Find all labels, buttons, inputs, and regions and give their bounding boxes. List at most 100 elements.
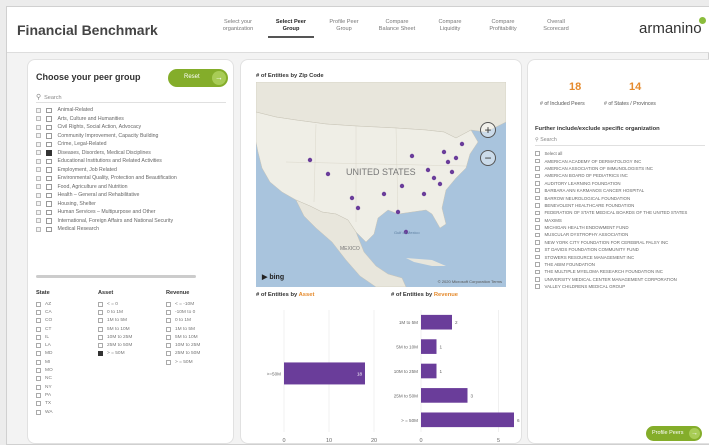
map-point[interactable] [449,169,455,175]
organization-item[interactable]: MAXIMS [535,217,709,224]
state-checkbox[interactable] [36,326,41,332]
asset-filter-item[interactable]: 0 to 1M [98,308,132,316]
organization-item[interactable]: VALLEY CHILDRENS MEDICAL GROUP [535,283,709,290]
map-point[interactable] [325,171,331,177]
map-point[interactable] [441,149,447,155]
category-item[interactable]: Human Services – Multipurpose and Other [36,208,226,217]
map-point[interactable] [381,191,387,197]
state-checkbox[interactable] [36,384,41,390]
organization-item[interactable]: MUSCULAR DYSTROPHY ASSOCIATION [535,231,709,238]
organization-checkbox[interactable] [535,254,540,260]
category-item[interactable]: Community Improvement, Capacity Building [36,132,226,141]
revenue-filter-item[interactable]: 25M to 50M [166,350,200,358]
organization-checkbox[interactable] [535,232,540,238]
revenue-filter-item[interactable]: < = -10M [166,300,200,308]
revenue-checkbox[interactable] [166,318,171,324]
category-item[interactable]: Environmental Quality, Protection and Be… [36,174,226,183]
state-checkbox[interactable] [36,368,41,374]
organization-item[interactable]: AMERICAN BOARD OF PEDIATRICS INC [535,172,709,179]
org-search-input[interactable]: ⚲ Search [535,137,705,146]
state-filter-item[interactable]: IL [36,333,53,341]
revenue-filter-item[interactable]: 0 to 1M [166,317,200,325]
asset-filter-item[interactable]: 1M to 5M [98,317,132,325]
organization-item[interactable]: AUDITORY LEARNING FOUNDATION [535,180,709,187]
organization-checkbox[interactable] [535,277,540,282]
category-item[interactable]: Housing, Shelter [36,200,226,209]
category-checkbox[interactable] [46,192,52,198]
category-checkbox[interactable] [46,116,52,122]
revenue-checkbox[interactable] [166,326,171,332]
category-item[interactable]: Arts, Culture and Humanities [36,115,226,124]
state-checkbox[interactable] [36,318,41,324]
organization-checkbox[interactable] [535,217,540,223]
organization-item[interactable]: UNIVERSITY MEDICAL CENTER MANAGEMENT COR… [535,276,709,283]
asset-checkbox[interactable] [98,318,103,324]
category-checkbox[interactable] [46,107,52,113]
category-item[interactable]: International, Foreign Affairs and Natio… [36,217,226,226]
asset-checkbox[interactable] [98,309,103,315]
category-checkbox[interactable] [46,201,52,207]
organization-checkbox[interactable] [535,269,540,275]
organization-checkbox[interactable] [535,181,540,186]
revenue-filter-item[interactable]: -10M to 0 [166,308,200,316]
map-point[interactable] [445,159,451,165]
asset-checkbox[interactable] [98,343,103,349]
state-filter-item[interactable]: TX [36,400,53,408]
category-item[interactable]: Civil Rights, Social Action, Advocacy [36,123,226,132]
organization-item[interactable]: AMERICAN ASSOCIATION OF IMMUNOLOGISTS IN… [535,165,709,172]
state-checkbox[interactable] [36,401,41,407]
category-item[interactable]: Animal-Related [36,106,226,115]
organization-checkbox[interactable] [535,166,540,171]
state-filter-item[interactable]: AZ [36,300,53,308]
zoom-out-button[interactable]: − [480,150,496,166]
organization-checkbox[interactable] [535,210,540,216]
category-item[interactable]: Educational Institutions and Related Act… [36,157,226,166]
organization-checkbox[interactable] [535,262,540,267]
category-checkbox[interactable] [46,133,52,139]
nav-tab[interactable]: Compare Profitability [480,19,526,38]
map-point[interactable] [431,175,437,181]
organization-checkbox[interactable] [535,158,540,164]
state-checkbox[interactable] [36,359,41,365]
nav-tab[interactable]: Compare Balance Sheet [374,19,420,38]
zoom-in-button[interactable]: + [480,122,496,138]
category-item[interactable]: Employment, Job Related [36,166,226,175]
state-checkbox[interactable] [36,309,41,315]
category-checkbox[interactable] [46,124,52,130]
category-item[interactable]: Diseases, Disorders, Medical Disciplines [36,149,226,158]
organization-checkbox[interactable] [535,173,540,179]
category-item[interactable]: Medical Research [36,225,226,234]
revenue-filter-item[interactable]: 10M to 25M [166,341,200,349]
revenue-filter-item[interactable]: 5M to 10M [166,333,200,341]
organization-checkbox[interactable] [535,151,540,156]
nav-tab[interactable]: Select Peer Group [268,19,314,38]
organization-item[interactable]: BARROW NEUROLOGICAL FOUNDATION [535,194,709,201]
reset-button[interactable]: Reset → [168,69,228,87]
asset-checkbox[interactable] [98,351,103,357]
state-checkbox[interactable] [36,301,41,307]
organization-item[interactable]: THE MULTIPLE MYELOMA RESEARCH FOUNDATION… [535,268,709,275]
organization-item[interactable]: BARBARA ANN KARMANOS CANCER HOSPITAL [535,187,709,194]
state-checkbox[interactable] [36,343,41,349]
state-checkbox[interactable] [36,376,41,382]
category-search-input[interactable]: ⚲ Search [36,93,226,103]
category-checkbox[interactable] [46,209,52,215]
organization-item[interactable]: AMERICAN ACADEMY OF DERMATOLOGY INC [535,157,709,164]
state-filter-item[interactable]: PA [36,391,53,399]
category-checkbox[interactable] [46,167,52,173]
category-checkbox[interactable] [46,184,52,190]
bar[interactable] [421,412,514,428]
revenue-filter-item[interactable]: > = 50M [166,358,200,366]
bar[interactable] [284,362,365,385]
state-checkbox[interactable] [36,409,41,415]
organization-item[interactable]: NEW YORK CITY FOUNDATION FOR CEREBRAL PA… [535,239,709,246]
category-checkbox[interactable] [46,141,52,147]
revenue-checkbox[interactable] [166,301,171,307]
map-point[interactable] [437,181,443,187]
bar[interactable] [421,388,468,403]
category-checkbox[interactable] [46,218,52,224]
asset-filter-item[interactable]: < = 0 [98,300,132,308]
state-checkbox[interactable] [36,392,41,398]
organization-item[interactable]: STOWERS RESOURCE MANAGEMENT INC [535,253,709,260]
category-item[interactable]: Health – General and Rehabilitative [36,191,226,200]
